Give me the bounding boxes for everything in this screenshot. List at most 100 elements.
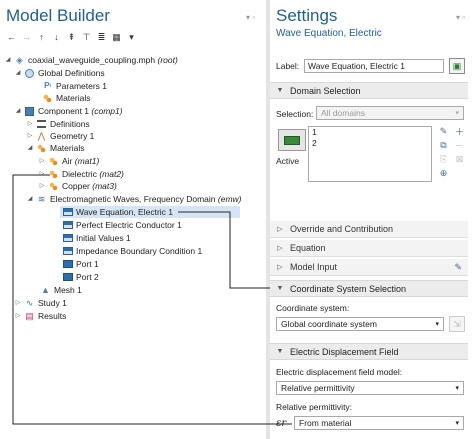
- permittivity-caption: Relative permittivity:: [276, 402, 353, 412]
- coordinate-system-value: Global coordinate system: [281, 318, 377, 329]
- tree-node-port2[interactable]: Port 2: [60, 271, 99, 283]
- active-toggle-button[interactable]: [278, 129, 306, 151]
- tree-node-root[interactable]: ◢ ◈ coaxial_waveguide_coupling.mph (root…: [4, 54, 178, 66]
- tree-node-component[interactable]: ◢ Component 1 (comp1): [14, 105, 123, 117]
- list-item[interactable]: 2: [309, 138, 431, 149]
- tree-node-port1[interactable]: Port 1: [60, 258, 99, 270]
- tree-node-ibc[interactable]: Impedance Boundary Condition 1: [60, 245, 202, 257]
- active-label: Active: [276, 156, 300, 166]
- tree-node-parameters[interactable]: Pi Parameters 1: [40, 80, 107, 92]
- tree-node-mesh[interactable]: ▲ Mesh 1: [38, 284, 82, 296]
- expanded-arrow-icon[interactable]: ◢: [14, 105, 22, 117]
- displacement-model-value: Relative permittivity: [281, 382, 355, 393]
- label-field[interactable]: Wave Equation, Electric 1: [304, 59, 444, 73]
- move-down-icon[interactable]: ↓: [50, 31, 63, 43]
- edit-node-properties-icon[interactable]: ▣: [449, 58, 465, 74]
- chevron-down-icon: ▾: [455, 419, 459, 427]
- tree-node-definitions[interactable]: ▷ Definitions: [26, 118, 90, 130]
- collapse-all-icon[interactable]: ⇞: [65, 31, 78, 43]
- collapsed-arrow-icon: ▷: [277, 264, 283, 271]
- create-selection-icon[interactable]: ⊕: [438, 168, 449, 179]
- parameters-icon: Pi: [44, 81, 51, 90]
- tree-node-initial-values[interactable]: Initial Values 1: [60, 232, 131, 244]
- add-icon[interactable]: ＋: [454, 126, 465, 137]
- section-electric-displacement[interactable]: ▼ Electric Displacement Field: [270, 343, 468, 360]
- collapsed-arrow-icon[interactable]: ▷: [26, 118, 34, 130]
- materials-icon: [43, 93, 52, 103]
- list-item[interactable]: 1: [309, 127, 431, 138]
- tree-label: Port 1: [76, 259, 99, 269]
- tree-label: Impedance Boundary Condition 1: [76, 246, 203, 256]
- expanded-arrow-icon[interactable]: ◢: [26, 193, 34, 205]
- tree-node-pec[interactable]: Perfect Electric Conductor 1: [60, 219, 182, 231]
- port-icon: [62, 260, 73, 268]
- expanded-arrow-icon: ▼: [276, 285, 284, 292]
- panel-menu-icon[interactable]: ▾ ▫: [246, 13, 255, 22]
- panel-menu-icon[interactable]: ▾ ▫: [456, 13, 465, 22]
- collapsed-arrow-icon[interactable]: ▷: [38, 180, 46, 192]
- forward-icon[interactable]: →: [20, 31, 33, 43]
- tree-node-global-definitions[interactable]: ◢ Global Definitions: [14, 67, 105, 79]
- clear-selection-icon[interactable]: ⎘: [438, 154, 449, 165]
- copy-selection-icon[interactable]: ⧉: [438, 140, 449, 151]
- physics-icon: ≋: [37, 194, 46, 204]
- tree-label: Mesh 1: [54, 285, 82, 295]
- section-header: Equation: [290, 243, 326, 253]
- collapsed-arrow-icon[interactable]: ▷: [26, 130, 34, 142]
- tree-node-geometry[interactable]: ▷ ⋀ Geometry 1: [26, 130, 95, 142]
- settings-panel: Settings ▾ ▫ Wave Equation, Electric Lab…: [270, 0, 474, 439]
- expand-all-icon[interactable]: ⊤: [80, 31, 93, 43]
- collapsed-arrow-icon[interactable]: ▷: [38, 168, 46, 180]
- results-icon: ▤: [25, 311, 34, 321]
- show-list-icon[interactable]: ≣: [95, 31, 108, 43]
- more-menu-icon[interactable]: ▾: [125, 31, 138, 43]
- settings-title: Settings: [276, 6, 338, 25]
- tree-node-results[interactable]: ▷ ▤ Results: [14, 310, 67, 322]
- paste-selection-icon[interactable]: ✎: [438, 126, 449, 137]
- section-domain-selection[interactable]: ▼ Domain Selection: [270, 82, 468, 99]
- expanded-arrow-icon[interactable]: ◢: [4, 54, 12, 66]
- tree-node-global-materials[interactable]: Materials: [40, 92, 90, 104]
- zoom-selection-icon[interactable]: ⊠: [454, 154, 465, 165]
- tree-node-dielectric[interactable]: ▷ Dielectric (mat2): [38, 168, 124, 180]
- collapsed-arrow-icon[interactable]: ▷: [14, 310, 22, 322]
- root-tag: (root): [157, 55, 178, 65]
- expanded-arrow-icon[interactable]: ◢: [14, 67, 22, 79]
- coordinate-system-caption: Coordinate system:: [276, 303, 350, 313]
- move-up-icon[interactable]: ↑: [35, 31, 48, 43]
- go-to-source-icon[interactable]: ⇲: [449, 316, 465, 332]
- permittivity-dropdown[interactable]: From material ▾: [294, 416, 464, 430]
- tree-node-study[interactable]: ▷ ∿ Study 1: [14, 297, 67, 309]
- displacement-model-caption: Electric displacement field model:: [276, 367, 403, 377]
- section-override-contribution[interactable]: ▷ Override and Contribution: [270, 221, 468, 238]
- displacement-model-dropdown[interactable]: Relative permittivity ▾: [276, 381, 464, 395]
- tree-node-air[interactable]: ▷ Air (mat1): [38, 155, 100, 167]
- section-equation[interactable]: ▷ Equation: [270, 240, 468, 257]
- expanded-arrow-icon: ▼: [276, 87, 284, 94]
- section-header: Electric Displacement Field: [290, 346, 399, 357]
- expanded-arrow-icon[interactable]: ◢: [26, 142, 34, 154]
- geometry-icon: ⋀: [37, 131, 46, 141]
- coordinate-system-dropdown[interactable]: Global coordinate system ▾: [276, 317, 444, 331]
- tree-node-wave-equation[interactable]: Wave Equation, Electric 1: [60, 206, 240, 218]
- back-icon[interactable]: ←: [5, 31, 18, 43]
- collapsed-arrow-icon[interactable]: ▷: [14, 297, 22, 309]
- collapsed-arrow-icon[interactable]: ▷: [38, 155, 46, 167]
- domain-list[interactable]: 1 2: [308, 126, 432, 182]
- selection-dropdown[interactable]: All domains ▾: [316, 106, 464, 120]
- table-view-icon[interactable]: ▦: [110, 31, 123, 43]
- material-name: Air: [62, 156, 73, 166]
- chevron-down-icon: ▾: [435, 320, 439, 328]
- tree-label: Port 2: [76, 272, 99, 282]
- tree-node-copper[interactable]: ▷ Copper (mat3): [38, 180, 117, 192]
- section-model-input[interactable]: ▷ Model Input ✎: [270, 259, 468, 276]
- tree-node-materials[interactable]: ◢ Materials: [26, 142, 85, 154]
- material-name: Copper: [62, 181, 90, 191]
- model-input-edit-icon[interactable]: ✎: [454, 262, 462, 273]
- remove-icon[interactable]: －: [454, 140, 465, 151]
- material-icon: [49, 181, 58, 191]
- section-header: Coordinate System Selection: [290, 283, 407, 294]
- section-coordinate-system[interactable]: ▼ Coordinate System Selection: [270, 280, 468, 297]
- tree-node-emw[interactable]: ◢ ≋ Electromagnetic Waves, Frequency Dom…: [26, 193, 242, 205]
- model-builder-title: Model Builder: [6, 6, 110, 25]
